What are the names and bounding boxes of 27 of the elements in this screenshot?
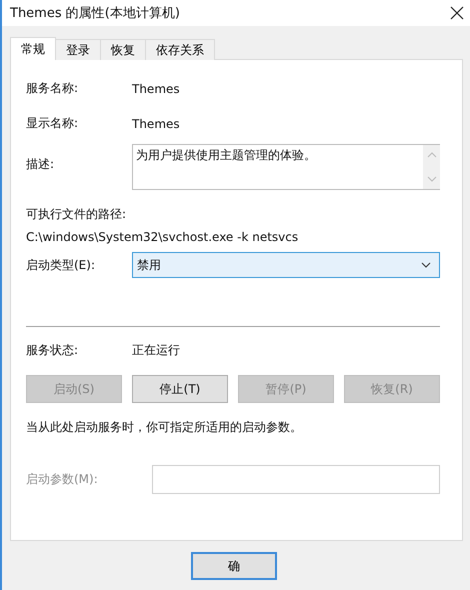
- field-value: Themes: [132, 82, 180, 96]
- description-text: 为用户提供使用主题管理的体验。: [135, 147, 317, 164]
- tab[interactable]: 依存关系: [145, 39, 215, 60]
- ok-button[interactable]: 确: [191, 552, 277, 580]
- field-label: 描述:: [26, 156, 56, 173]
- field-label: 启动参数(M):: [26, 471, 99, 488]
- startup-type-dropdown[interactable]: 禁用: [132, 252, 440, 278]
- tab[interactable]: 常规: [10, 37, 56, 60]
- tab[interactable]: 登录: [55, 39, 101, 60]
- field-label: 可执行文件的路径:: [26, 206, 128, 223]
- field-label: 服务名称:: [26, 80, 80, 97]
- field-label: 显示名称:: [26, 115, 80, 132]
- scroll-bar[interactable]: [423, 145, 440, 189]
- description-box[interactable]: 为用户提供使用主题管理的体验。: [132, 144, 440, 190]
- hint-text: 当从此处启动服务时，你可指定所适用的启动参数。: [26, 419, 303, 436]
- close-icon[interactable]: [450, 6, 464, 20]
- path-text: C:\windows\System32\svchost.exe -k netsvcs: [26, 230, 300, 244]
- field-value: 正在运行: [132, 342, 180, 359]
- field-label: 服务状态:: [26, 342, 80, 359]
- field-value: Themes: [132, 116, 180, 130]
- scroll-up-icon[interactable]: [426, 152, 436, 158]
- window-title: Themes 的属性(本地计算机): [10, 5, 180, 22]
- field-label: 启动类型(E):: [26, 256, 96, 274]
- service-button[interactable]: 停止(T): [132, 375, 228, 403]
- chevron-down-icon: [421, 262, 431, 268]
- tab[interactable]: 恢复: [100, 39, 146, 60]
- scroll-down-icon[interactable]: [426, 176, 436, 182]
